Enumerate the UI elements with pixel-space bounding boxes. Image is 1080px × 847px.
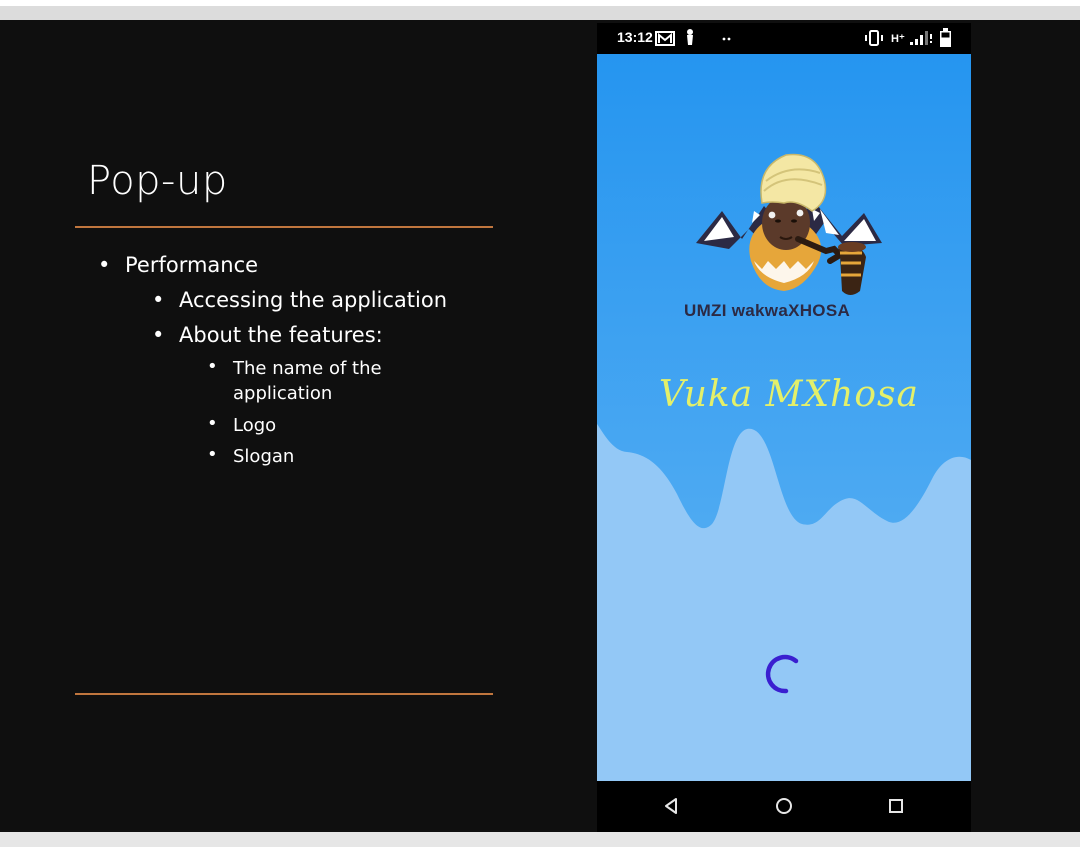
recents-icon[interactable] [888,798,904,814]
battery-icon [940,28,951,47]
footer-divider [75,693,493,695]
bullet-text: The name of the application [233,358,382,404]
android-nav-bar [597,781,971,832]
status-bar: 13:12 H⁺ [597,23,971,54]
loading-spinner [765,654,799,694]
slide-title: Pop-up [87,158,228,204]
app-logo [696,153,882,295]
gmail-icon [655,31,675,46]
signal-icon [910,31,932,45]
app-slogan: Vuka MXhosa [659,374,919,415]
more-dots-icon [722,37,731,41]
presentation-slide: Pop-up • Performance • Accessing the app… [0,20,1080,832]
home-icon[interactable] [775,797,793,815]
bullet-text: Performance [125,253,259,277]
bullet-text: Logo [233,415,277,436]
bullet-text: Slogan [233,446,295,467]
vibrate-icon [865,30,883,46]
logo-wordmark: UMZI wakwaXHOSA [684,301,851,320]
bullet-text: Accessing the application [179,288,448,312]
window-toolbar-strip [0,6,1080,20]
title-divider [75,226,493,228]
window-bottom-edge [0,832,1080,847]
phone-screenshot: 13:12 H⁺ UMZI wakwaXHOSA Vuka MXhosa [597,23,971,832]
back-icon[interactable] [663,797,679,815]
status-time: 13:12 [617,29,653,45]
network-type-label: H⁺ [891,33,905,45]
bullet-text: About the features: [179,323,383,347]
notification-icon [687,29,693,45]
splash-screen: UMZI wakwaXHOSA Vuka MXhosa [597,54,971,781]
